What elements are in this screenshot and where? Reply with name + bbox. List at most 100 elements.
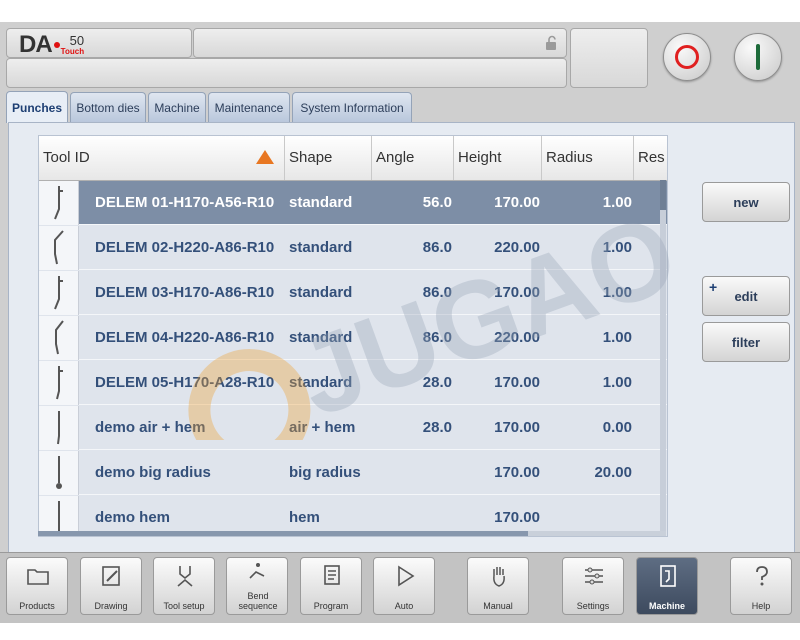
logo-panel: DA 50 Touch <box>6 28 192 58</box>
tool-radius: 1.00 <box>602 374 632 391</box>
punches-table[interactable]: Tool ID Shape Angle Height Radius Res DE… <box>38 135 668 537</box>
nav-label: Bend sequence <box>238 591 278 611</box>
punch-profile-icon <box>39 226 79 270</box>
table-row[interactable]: DELEM 04-H220-A86-R10 standard 86.0 220.… <box>39 316 667 360</box>
nav-label: Program <box>313 601 349 611</box>
start-icon <box>756 44 760 70</box>
nav-label: Manual <box>483 601 513 611</box>
tool-radius: 0.00 <box>602 419 632 436</box>
logo-brand: DA <box>19 31 53 58</box>
new-button[interactable]: new <box>702 182 790 222</box>
nav-label: Help <box>751 601 771 611</box>
column-tool-id[interactable]: Tool ID <box>39 136 285 180</box>
nav-machine[interactable]: Machine <box>636 557 698 615</box>
logo-dot <box>53 42 60 48</box>
nav-label: Settings <box>576 601 610 611</box>
tab-machine[interactable]: Machine <box>148 92 206 122</box>
punch-profile-icon <box>39 316 79 360</box>
punch-profile-icon <box>39 451 79 495</box>
tool-id: DELEM 04-H220-A86-R10 <box>95 329 275 346</box>
title-bar <box>193 28 567 58</box>
nav-manual[interactable]: Manual <box>467 557 529 615</box>
tool-height: 220.00 <box>494 329 540 346</box>
sort-ascending-icon <box>256 150 274 164</box>
drawing-icon <box>102 566 120 586</box>
scrollbar-thumb[interactable] <box>38 531 528 536</box>
tool-setup-icon <box>177 566 193 587</box>
nav-label: Auto <box>394 601 414 611</box>
tool-height: 170.00 <box>494 284 540 301</box>
tab-bottom-dies[interactable]: Bottom dies <box>70 92 146 122</box>
tool-id: DELEM 03-H170-A86-R10 <box>95 284 275 301</box>
logo-touch: Touch <box>60 47 85 56</box>
tool-radius: 20.00 <box>594 464 632 481</box>
nav-label: Drawing <box>94 601 128 611</box>
stop-button[interactable] <box>663 33 711 81</box>
nav-settings[interactable]: Settings <box>562 557 624 615</box>
punch-profile-icon <box>39 361 79 405</box>
nav-label: Machine <box>648 601 685 611</box>
tool-id: DELEM 05-H170-A28-R10 <box>95 374 275 391</box>
table-row[interactable]: demo air + hem air + hem 28.0 170.00 0.0… <box>39 406 667 450</box>
column-res[interactable]: Res <box>634 136 667 180</box>
tool-radius: 1.00 <box>602 194 632 211</box>
tool-angle: 86.0 <box>422 329 452 346</box>
column-radius[interactable]: Radius <box>542 136 634 180</box>
nav-products[interactable]: Products <box>6 557 68 615</box>
horizontal-scrollbar[interactable] <box>38 531 666 536</box>
column-height[interactable]: Height <box>454 136 542 180</box>
tool-angle: 28.0 <box>422 374 452 391</box>
scrollbar-thumb[interactable] <box>660 180 666 210</box>
tool-height: 220.00 <box>494 239 540 256</box>
nav-label: Products <box>19 601 55 611</box>
nav-auto[interactable]: Auto <box>373 557 435 615</box>
table-header: Tool ID Shape Angle Height Radius Res <box>39 136 667 181</box>
program-icon <box>324 565 340 585</box>
filter-button[interactable]: filter <box>702 322 790 362</box>
tool-angle: 86.0 <box>422 284 452 301</box>
table-row[interactable]: DELEM 01-H170-A56-R10 standard 56.0 170.… <box>39 181 667 225</box>
nav-drawing[interactable]: Drawing <box>80 557 142 615</box>
tab-punches[interactable]: Punches <box>6 91 68 123</box>
tool-height: 170.00 <box>494 464 540 481</box>
logo-version: 50 Touch <box>61 34 84 57</box>
logo-model: 50 <box>69 33 85 48</box>
table-row[interactable]: DELEM 05-H170-A28-R10 standard 28.0 170.… <box>39 361 667 405</box>
machine-icon <box>660 565 676 587</box>
lock-icon <box>546 35 556 50</box>
column-angle[interactable]: Angle <box>372 136 454 180</box>
nav-tool-setup[interactable]: Tool setup <box>153 557 215 615</box>
filter-label: filter <box>731 334 761 350</box>
tool-shape: standard <box>289 194 353 211</box>
table-row[interactable]: DELEM 03-H170-A86-R10 standard 86.0 170.… <box>39 271 667 315</box>
edit-label: edit <box>734 288 758 304</box>
tool-radius: 1.00 <box>602 284 632 301</box>
tool-shape: big radius <box>289 464 361 481</box>
tool-shape: standard <box>289 284 353 301</box>
tab-maintenance[interactable]: Maintenance <box>208 92 290 122</box>
tool-shape: standard <box>289 374 353 391</box>
status-panel <box>570 28 648 88</box>
stop-icon <box>675 45 699 69</box>
table-row[interactable]: demo big radius big radius 170.00 20.00 <box>39 451 667 495</box>
table-row[interactable]: DELEM 02-H220-A86-R10 standard 86.0 220.… <box>39 226 667 270</box>
vertical-scrollbar[interactable] <box>660 180 666 535</box>
nav-program[interactable]: Program <box>300 557 362 615</box>
column-shape[interactable]: Shape <box>285 136 372 180</box>
tab-system-information[interactable]: System Information <box>292 92 412 122</box>
tool-angle <box>372 451 452 495</box>
message-bar <box>6 58 567 88</box>
bend-sequence-icon <box>249 563 265 579</box>
tool-radius: 1.00 <box>602 329 632 346</box>
nav-bend-sequence[interactable]: Bend sequence <box>226 557 288 615</box>
settings-icon <box>585 567 603 585</box>
tool-height: 170.00 <box>494 419 540 436</box>
new-label: new <box>733 194 759 210</box>
edit-button[interactable]: + edit <box>702 276 790 316</box>
tool-shape: air + hem <box>289 419 356 436</box>
start-button[interactable] <box>734 33 782 81</box>
nav-help[interactable]: Help <box>730 557 792 615</box>
tool-height: 170.00 <box>494 374 540 391</box>
plus-icon: + <box>709 279 718 295</box>
tool-id: demo big radius <box>95 464 211 481</box>
